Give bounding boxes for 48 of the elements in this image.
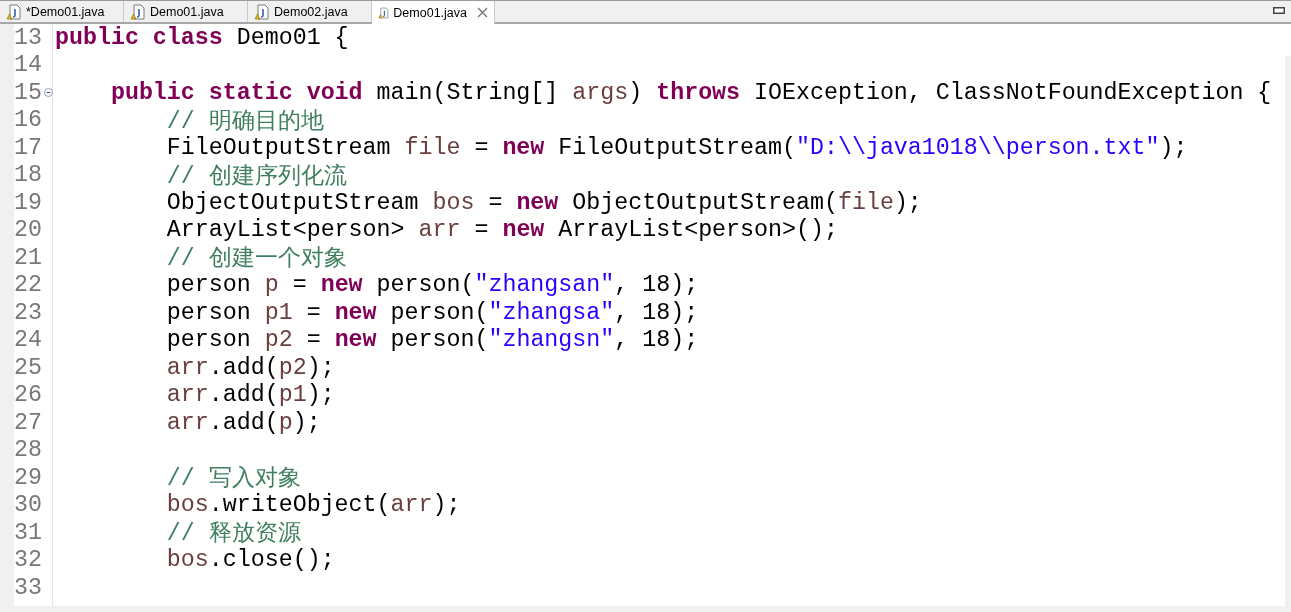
line-number: 27 — [14, 409, 42, 436]
editor-tab[interactable]: Demo01.java — [372, 1, 495, 24]
collapse-icon[interactable] — [44, 88, 53, 97]
java-file-icon — [378, 4, 390, 21]
line-number: 19 — [14, 189, 42, 216]
line-number: 22 — [14, 272, 42, 299]
horizontal-scrollbar[interactable] — [14, 606, 1291, 612]
code-line: person p1 = new person("zhangsa", 18); — [165, 299, 699, 326]
code-comment: // 创建序列化流 — [165, 162, 347, 191]
line-number: 32 — [14, 547, 42, 574]
java-file-icon — [6, 3, 22, 20]
java-file-icon — [254, 3, 270, 20]
java-file-icon — [130, 3, 146, 20]
code-comment: // 写入对象 — [165, 465, 301, 493]
code-line: person p = new person("zhangsan", 18); — [165, 272, 699, 299]
line-number: 24 — [14, 327, 42, 354]
line-number: 28 — [14, 437, 42, 464]
line-number: 20 — [14, 217, 42, 244]
code-line: FileOutputStream file = new FileOutputStream("D:\\java1018\\person.txt"); — [165, 134, 1188, 161]
line-number: 21 — [14, 244, 42, 271]
line-number: 30 — [14, 492, 42, 519]
line-number: 23 — [14, 299, 42, 326]
minimize-icon[interactable] — [1273, 7, 1285, 14]
code-line: bos.close(); — [165, 547, 335, 574]
code-line: arr.add(p2); — [165, 354, 335, 381]
close-icon[interactable] — [477, 7, 488, 18]
line-number: 29 — [14, 464, 42, 491]
line-number: 25 — [14, 354, 42, 381]
code-line: arr.add(p1); — [165, 382, 335, 409]
line-number: 15 — [14, 79, 42, 106]
line-number: 26 — [14, 382, 42, 409]
line-number: 13 — [14, 24, 42, 51]
code-line: ObjectOutputStream bos = new ObjectOutputStream(file); — [165, 189, 922, 216]
code-line: bos.writeObject(arr); — [165, 492, 461, 519]
line-number: 33 — [14, 574, 42, 601]
code-comment: // 创建一个对象 — [165, 245, 347, 274]
line-number: 16 — [14, 107, 42, 134]
code-line: ArrayList<person> arr = new ArrayList<person>(); — [165, 217, 838, 244]
code-line: person p2 = new person("zhangsn", 18); — [165, 327, 699, 354]
line-number: 14 — [14, 52, 42, 79]
code-line: public static void main(String[] args) throws IOException, ClassNotFoundException { — [109, 79, 1272, 106]
line-number: 31 — [14, 519, 42, 546]
code-line: public class Demo01 { — [55, 24, 349, 51]
code-comment: // 明确目的地 — [165, 107, 324, 136]
code-line: arr.add(p); — [165, 409, 321, 436]
line-number: 18 — [14, 162, 42, 189]
code-comment: // 释放资源 — [165, 520, 301, 548]
line-number: 17 — [14, 134, 42, 161]
